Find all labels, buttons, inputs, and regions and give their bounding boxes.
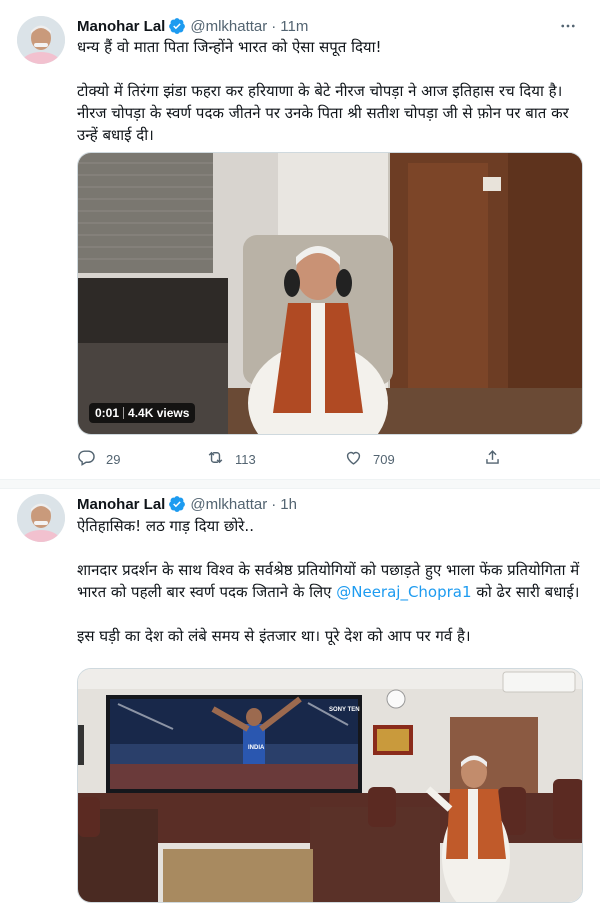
avatar[interactable] [17,494,65,542]
tv-channel-logo: SONY TEN [329,707,360,713]
verified-badge-icon [168,17,186,35]
tweet-paragraph: धन्य हैं वो माता पिता जिन्होंने भारत को … [77,38,382,56]
avatar[interactable] [17,16,65,64]
like-button[interactable]: 709 [344,447,395,471]
reply-count: 29 [106,451,121,467]
retweet-button[interactable]: 113 [206,447,256,471]
more-options-icon[interactable] [558,16,578,36]
tv-jersey-text: INDIA [248,745,265,751]
tweet-paragraph: शानदार प्रदर्शन के साथ विश्व के सर्वश्रे… [77,559,582,603]
like-count: 709 [373,451,395,467]
photo[interactable]: SONY TEN INDIA [77,668,583,903]
tweet-2[interactable]: Manohar Lal @mlkhattar · 1h ऐतिहासिक! लठ… [0,489,600,913]
author-handle[interactable]: @mlkhattar [190,496,267,513]
tweet-separator [0,479,600,489]
tweet-paragraph: टोक्यो में तिरंगा झंडा फहरा कर हरियाणा क… [77,82,569,144]
badge-divider [123,407,125,419]
photo-image: SONY TEN INDIA [78,669,582,902]
author-handle[interactable]: @mlkhattar [190,18,267,35]
reply-icon [77,448,96,470]
tweet-text-segment: को ढेर सारी बधाई। [476,583,580,601]
tweet-paragraph: इस घड़ी का देश को लंबे समय से इंतजार था।… [77,627,471,645]
tweet-1[interactable]: Manohar Lal @mlkhattar · 11m धन्य हैं वो… [0,0,600,479]
tweet-actions: 29 113 709 [77,447,507,471]
video-player[interactable]: 0:01 4.4K views [77,152,583,435]
retweet-icon [206,448,225,470]
timestamp[interactable]: 11m [280,18,308,35]
share-button[interactable] [483,447,502,471]
verified-badge-icon [168,495,186,513]
separator-dot: · [271,495,277,513]
tweet-header: Manohar Lal @mlkhattar · 11m [77,16,308,36]
tweet-text: धन्य हैं वो माता पिता जिन्होंने भारत को … [77,36,582,146]
share-icon [483,448,502,470]
video-views: 4.4K views [128,406,190,420]
tweet-header: Manohar Lal @mlkhattar · 1h [77,494,297,514]
mention-link[interactable]: @Neeraj_Chopra1 [336,583,471,601]
video-time: 0:01 [95,406,120,420]
retweet-count: 113 [235,451,256,467]
video-frame [78,153,582,434]
tweet-text: ऐतिहासिक! लठ गाड़ दिया छोरे.. शानदार प्र… [77,515,582,647]
separator-dot: · [271,17,277,35]
heart-icon [344,448,363,470]
author-name[interactable]: Manohar Lal [77,18,165,35]
video-stats-badge: 0:01 4.4K views [89,403,196,423]
reply-button[interactable]: 29 [77,447,120,471]
author-name[interactable]: Manohar Lal [77,496,165,513]
timestamp[interactable]: 1h [280,496,297,513]
tweet-paragraph: ऐतिहासिक! लठ गाड़ दिया छोरे.. [77,517,254,535]
